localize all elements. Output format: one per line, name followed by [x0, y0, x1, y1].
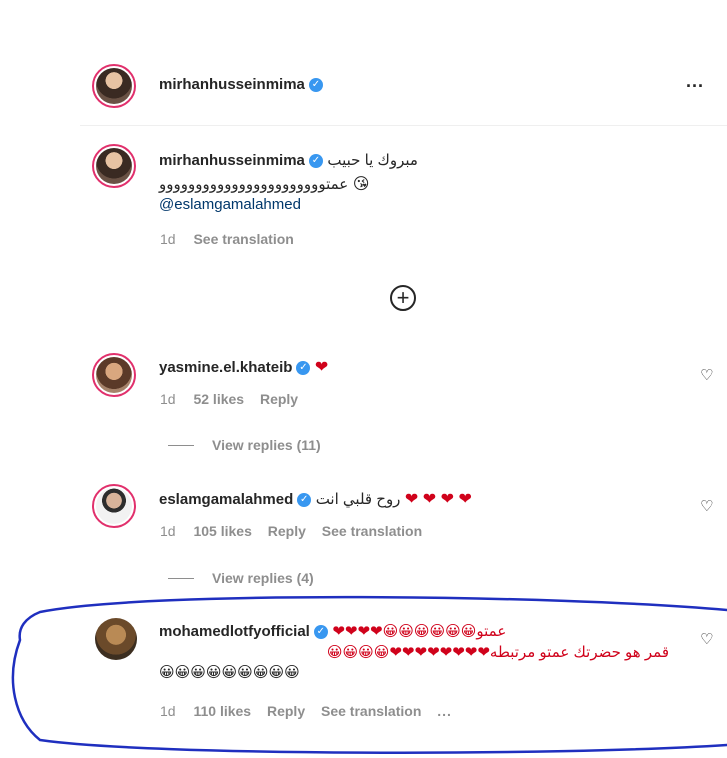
verified-badge-icon: ✓: [296, 360, 311, 375]
comment-body: eslamgamalahmed ✓ روح قلبي انت ❤ ❤ ❤ ❤: [159, 489, 472, 509]
likes-count[interactable]: 110 likes: [193, 703, 251, 719]
caption-meta: 1d See translation: [160, 231, 294, 247]
verified-badge-icon: ✓: [313, 624, 328, 639]
post-author: mirhanhusseinmima ✓: [159, 76, 323, 94]
see-translation-button[interactable]: See translation: [321, 703, 421, 719]
see-translation-button[interactable]: See translation: [322, 523, 422, 539]
divider-line: [168, 578, 194, 580]
more-options-button[interactable]: ...: [686, 71, 704, 92]
view-replies-button[interactable]: View replies (4): [168, 570, 314, 588]
likes-count[interactable]: 52 likes: [193, 391, 244, 407]
comment-text: روح قلبي انت: [315, 491, 401, 508]
timestamp: 1d: [160, 391, 176, 407]
avatar[interactable]: [92, 484, 136, 528]
caption: mirhanhusseinmima ✓ مبروك يا حبيب عمتوووو…: [159, 151, 489, 214]
avatar[interactable]: [92, 144, 136, 188]
like-heart-icon[interactable]: ♡: [700, 366, 713, 384]
verified-badge-icon: ✓: [297, 492, 312, 507]
view-replies-label: View replies (11): [212, 437, 321, 453]
comment-text: ❤: [314, 359, 329, 376]
username-link[interactable]: yasmine.el.khateib: [159, 359, 292, 376]
comment-meta: 1d 105 likes Reply See translation: [160, 523, 422, 539]
circle-plus-icon[interactable]: +: [390, 285, 416, 311]
verified-badge-icon: ✓: [308, 77, 323, 92]
likes-count[interactable]: 105 likes: [193, 523, 251, 539]
like-heart-icon[interactable]: ♡: [700, 630, 713, 648]
username-link[interactable]: mirhanhusseinmima: [159, 152, 305, 169]
view-replies-button[interactable]: View replies (11): [168, 437, 321, 455]
see-translation-button[interactable]: See translation: [193, 231, 293, 247]
comment-text-line3: 😀😀😀😀😀😀😀😀😀: [159, 664, 300, 681]
avatar[interactable]: [92, 64, 136, 108]
header-divider: [80, 125, 727, 126]
comment-meta: 1d 110 likes Reply See translation ...: [160, 703, 452, 719]
kissing-face-emoji-icon: 😘: [352, 176, 370, 193]
verified-badge-icon: ✓: [308, 153, 323, 168]
username-link[interactable]: mirhanhusseinmima: [159, 76, 305, 93]
like-heart-icon[interactable]: ♡: [700, 497, 713, 515]
avatar[interactable]: [92, 353, 136, 397]
mention-link[interactable]: @eslamgamalahmed: [159, 196, 301, 213]
comment-body: mohamedlotfyofficial ✓ عمتو😀😀😀😀😀😀❤❤❤❤ قمر…: [159, 622, 669, 681]
timestamp: 1d: [160, 231, 176, 247]
timestamp: 1d: [160, 703, 176, 719]
username-link[interactable]: eslamgamalahmed: [159, 491, 293, 508]
caption-text: مبروك يا حبيب: [327, 152, 418, 169]
reply-button[interactable]: Reply: [260, 391, 298, 407]
caption-text-line2: عمتووووووووووووووووووووووو: [159, 176, 349, 193]
divider-line: [168, 445, 194, 447]
view-replies-label: View replies (4): [212, 570, 314, 586]
avatar[interactable]: [95, 618, 137, 660]
reply-button[interactable]: Reply: [268, 523, 306, 539]
username-link[interactable]: mohamedlotfyofficial: [159, 623, 310, 640]
comment-text-line1: عمتو😀😀😀😀😀😀❤❤❤❤: [332, 623, 507, 640]
comment-body: yasmine.el.khateib ✓ ❤: [159, 357, 328, 377]
comment-text-line2: قمر هو حضرتك عمتو مرتبطه❤❤❤❤❤❤❤❤😀😀😀😀: [326, 644, 669, 661]
more-options-button[interactable]: ...: [437, 703, 452, 719]
comment-meta: 1d 52 likes Reply: [160, 391, 298, 407]
heart-emojis: ❤ ❤ ❤ ❤: [404, 491, 472, 508]
timestamp: 1d: [160, 523, 176, 539]
reply-button[interactable]: Reply: [267, 703, 305, 719]
